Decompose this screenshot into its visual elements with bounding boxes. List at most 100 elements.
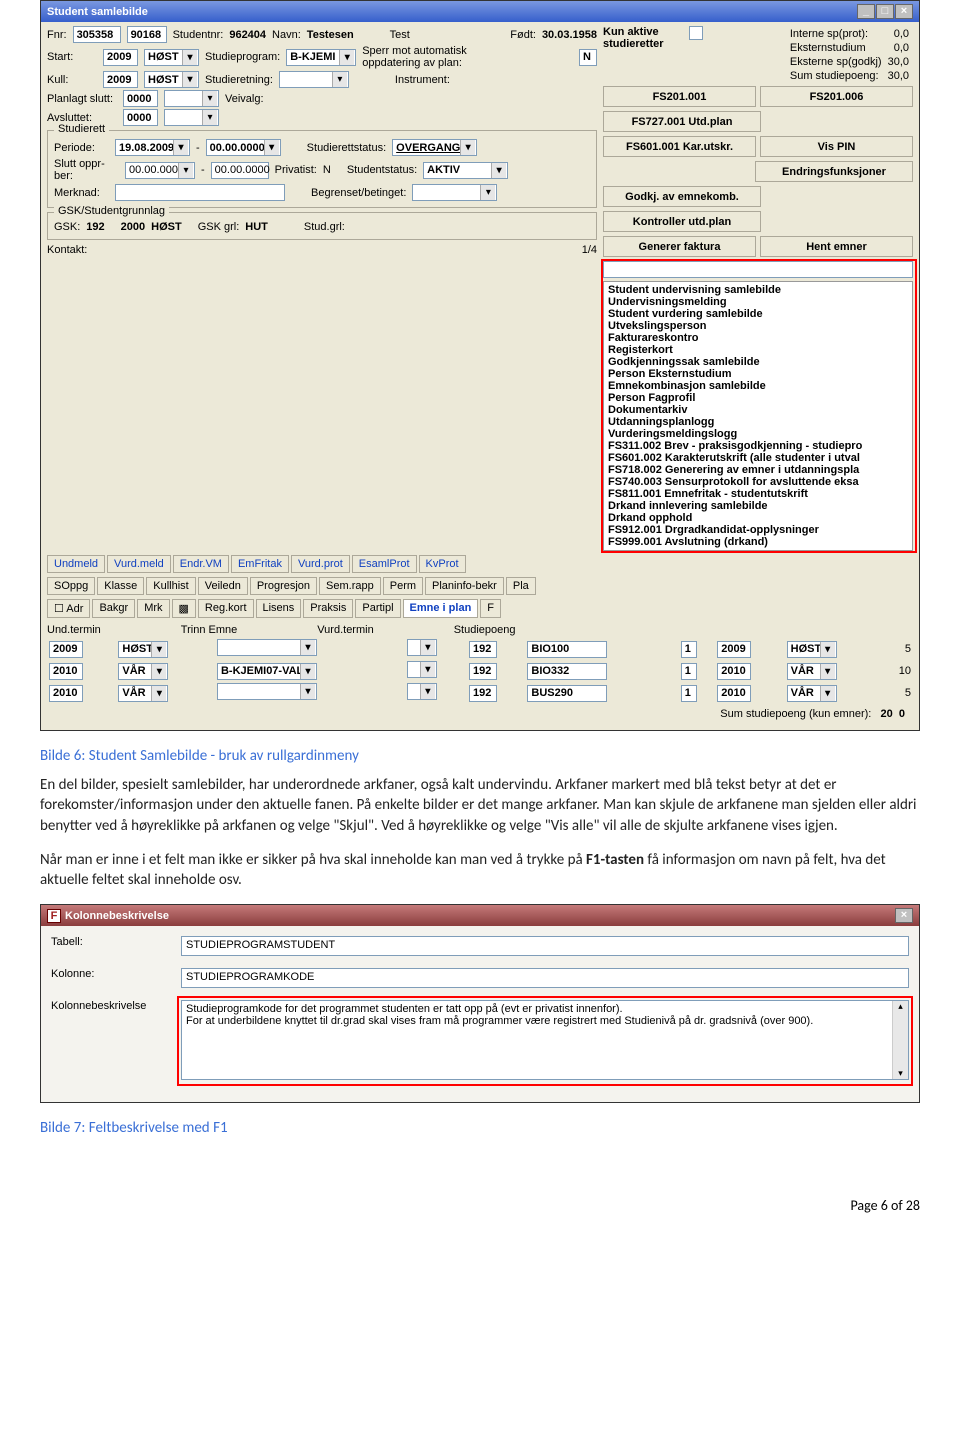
cell[interactable]: 192 (469, 663, 497, 680)
maximize-icon[interactable]: □ (876, 4, 894, 19)
cell[interactable]: BIO100 (527, 641, 607, 658)
cell[interactable] (217, 683, 317, 700)
kun-aktive-check[interactable] (689, 26, 703, 40)
cell[interactable]: VÅR (118, 663, 168, 680)
tab[interactable]: F (480, 599, 501, 618)
cell[interactable]: 1 (681, 641, 697, 658)
cell[interactable]: BUS290 (527, 685, 607, 702)
cell[interactable] (407, 683, 437, 700)
action-button[interactable]: Hent emner (760, 236, 913, 257)
action-button[interactable]: FS201.001 (603, 86, 756, 107)
tab[interactable]: ☐ Adr (47, 599, 90, 618)
start-sem[interactable]: HØST (144, 49, 199, 66)
merknad-field[interactable] (115, 184, 285, 201)
cell[interactable]: HØST (787, 641, 837, 658)
start-year[interactable]: 2009 (103, 49, 138, 66)
srstatus-field[interactable]: OVERGANG (392, 139, 477, 156)
periode-to[interactable]: 00.00.0000 (206, 139, 281, 156)
cell[interactable]: 2009 (49, 641, 83, 658)
action-button[interactable]: FS601.001 Kar.utskr. (603, 136, 756, 157)
srstatus-label: Studierettstatus: (307, 142, 387, 154)
tab[interactable]: Lisens (256, 599, 302, 618)
action-button[interactable]: FS201.006 (760, 86, 913, 107)
slutt-to[interactable]: 00.00.0000 (211, 162, 269, 179)
tab[interactable]: Mrk (137, 599, 169, 618)
slutt-from[interactable]: 00.00.0000 (125, 162, 195, 179)
action-button[interactable]: Godkj. av emnekomb. (603, 186, 761, 207)
cell[interactable]: BIO332 (527, 663, 607, 680)
cell[interactable]: 1 (681, 685, 697, 702)
fnr1-field[interactable]: 305358 (73, 26, 121, 43)
begr-field[interactable] (412, 184, 497, 201)
cell[interactable]: VÅR (787, 663, 837, 680)
kull-year[interactable]: 2009 (103, 71, 138, 88)
cell[interactable]: 2009 (717, 641, 751, 658)
avsluttet-field[interactable]: 0000 (123, 109, 158, 126)
tab[interactable]: EsamlProt (352, 555, 417, 573)
dialog-titlebar: F Kolonnebeskrivelse × (41, 905, 919, 926)
tab[interactable]: Klasse (97, 577, 144, 595)
cell[interactable]: VÅR (787, 685, 837, 702)
avsluttet-sem[interactable] (164, 109, 219, 126)
tab[interactable]: Veiledn (198, 577, 248, 595)
tab[interactable]: Progresjon (250, 577, 317, 595)
merknad-label: Merknad: (54, 187, 109, 199)
tab[interactable]: Praksis (303, 599, 353, 618)
tab[interactable]: SOppg (47, 577, 95, 595)
tab[interactable]: Perm (383, 577, 423, 595)
action-button[interactable]: Kontroller utd.plan (603, 211, 761, 232)
tab[interactable]: Sem.rapp (319, 577, 381, 595)
tab[interactable]: EmFritak (231, 555, 289, 573)
caption-6: Bilde 6: Student Samlebilde - bruk av ru… (40, 747, 920, 765)
tab[interactable]: Vurd.prot (291, 555, 350, 573)
cell[interactable]: HØST (118, 641, 168, 658)
tab[interactable]: Vurd.meld (107, 555, 171, 573)
fnr2-field[interactable]: 90168 (127, 26, 167, 43)
planlagt-sem[interactable] (164, 90, 219, 107)
action-button[interactable]: Endringsfunksjoner (755, 161, 913, 182)
studstatus-field[interactable]: AKTIV (423, 162, 508, 179)
tab[interactable]: Endr.VM (173, 555, 229, 573)
table-row: 2010VÅR192BUS29012010VÅR5 (47, 682, 913, 704)
action-button[interactable]: FS727.001 Utd.plan (603, 111, 761, 132)
tabell-field[interactable]: STUDIEPROGRAMSTUDENT (181, 936, 909, 956)
minimize-icon[interactable]: _ (857, 4, 875, 19)
tab[interactable]: Kullhist (146, 577, 195, 595)
studprog-field[interactable]: B-KJEMI (286, 49, 356, 66)
cell[interactable]: 2010 (49, 685, 83, 702)
cell[interactable]: 2010 (49, 663, 83, 680)
slutt-label: Slutt oppr-ber: (54, 158, 119, 182)
tab[interactable]: Partipl (355, 599, 400, 618)
cell[interactable] (407, 639, 437, 656)
cell[interactable]: 192 (469, 685, 497, 702)
cell[interactable]: B-KJEMI07-VAL (217, 663, 317, 680)
tab[interactable]: Reg.kort (198, 599, 254, 618)
tab[interactable]: Bakgr (92, 599, 135, 618)
action-button[interactable]: Generer faktura (603, 236, 756, 257)
tab[interactable]: Pla (506, 577, 536, 595)
periode-from[interactable]: 19.08.2009 (115, 139, 190, 156)
kolonne-field[interactable]: STUDIEPROGRAMKODE (181, 968, 909, 988)
studieretn-field[interactable] (279, 71, 349, 88)
tab[interactable]: ▩ (172, 599, 196, 618)
kull-sem[interactable]: HØST (144, 71, 199, 88)
data-table: 2009HØST192BIO10012009HØST52010VÅRB-KJEM… (47, 638, 913, 704)
action-button[interactable]: Vis PIN (760, 136, 913, 157)
cell[interactable]: VÅR (118, 685, 168, 702)
planlagt-field[interactable]: 0000 (123, 90, 158, 107)
cell[interactable]: 192 (469, 641, 497, 658)
tab[interactable]: Emne i plan (403, 599, 479, 618)
cell[interactable]: 2010 (717, 663, 751, 680)
cell[interactable] (407, 661, 437, 678)
cell[interactable] (217, 639, 317, 656)
tab[interactable]: Undmeld (47, 555, 105, 573)
close-icon[interactable]: × (895, 4, 913, 19)
sperr-field[interactable]: N (579, 49, 597, 66)
gsk-label: GSK: (54, 221, 80, 233)
tab[interactable]: Planinfo-bekr (425, 577, 504, 595)
studgrl-label: Stud.grl: (304, 221, 345, 233)
cell[interactable]: 2010 (717, 685, 751, 702)
cell[interactable]: 1 (681, 663, 697, 680)
tab[interactable]: KvProt (419, 555, 466, 573)
dialog-close-icon[interactable]: × (895, 908, 913, 923)
